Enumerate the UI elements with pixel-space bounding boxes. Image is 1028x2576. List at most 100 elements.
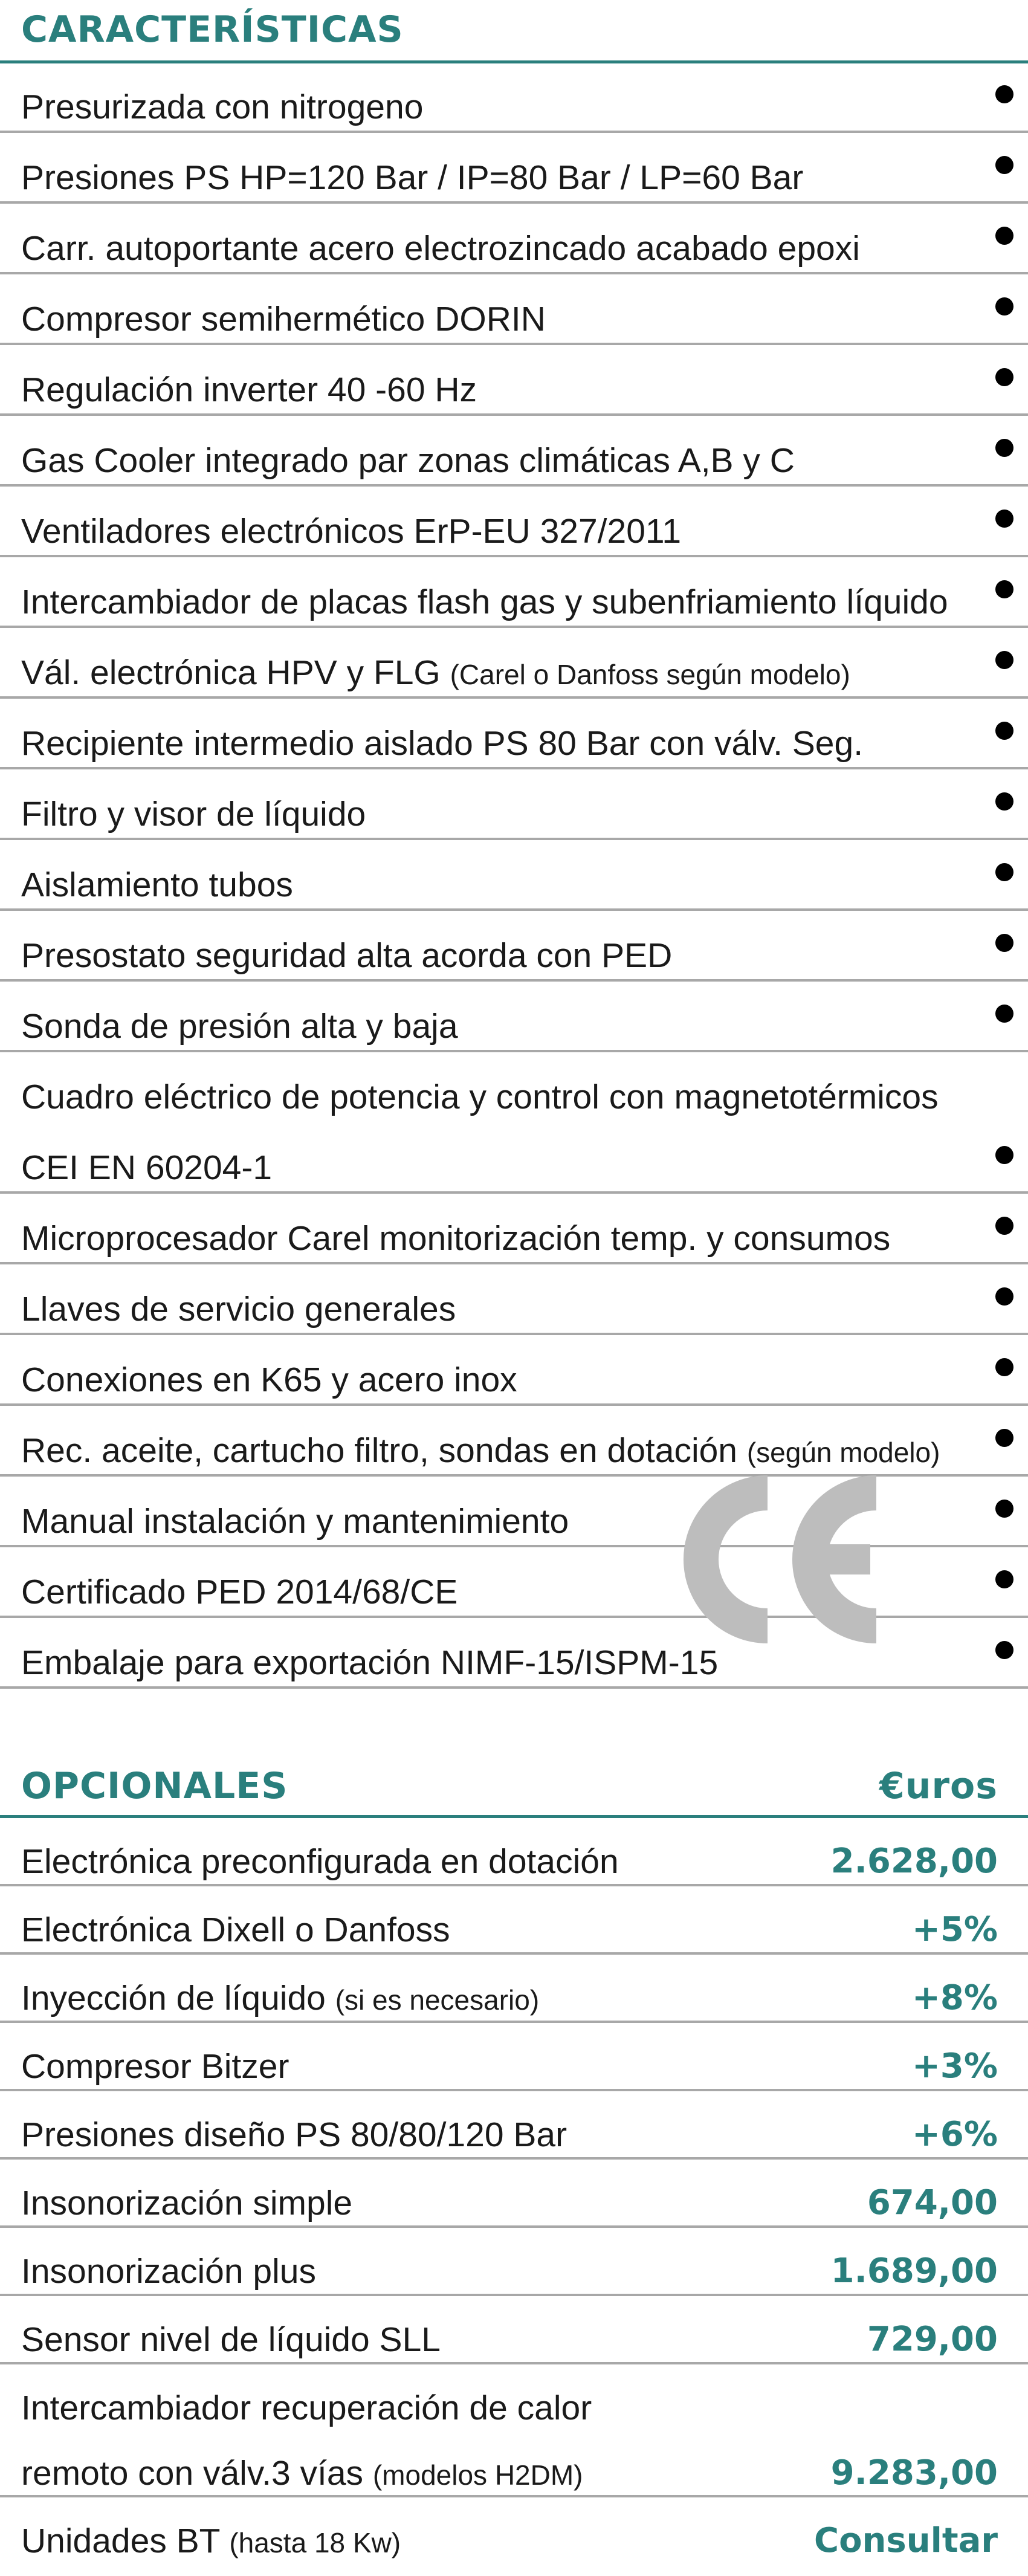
- row-text: Gas Cooler integrado par zonas climática…: [21, 444, 795, 478]
- row-text: Recipiente intermedio aislado PS 80 Bar …: [21, 727, 863, 761]
- bullet-dot-icon: [995, 85, 1013, 103]
- option-price: +8%: [912, 1978, 998, 2018]
- bullet-dot-icon: [995, 1146, 1013, 1164]
- row-text: Insonorización simple: [21, 2186, 352, 2221]
- row-text: Intercambiador recuperación de calor: [21, 2391, 592, 2426]
- row-label: Presurizada con nitrogeno: [21, 88, 424, 126]
- row-text: Aislamiento tubos: [21, 868, 293, 902]
- row-label: Embalaje para exportación NIMF-15/ISPM-1…: [21, 1643, 719, 1682]
- row-text: Rec. aceite, cartucho filtro, sondas en …: [21, 1434, 940, 1468]
- row-text: Carr. autoportante acero electrozincado …: [21, 231, 860, 266]
- row-text: Presiones diseño PS 80/80/120 Bar: [21, 2118, 567, 2152]
- row-label: Unidades BT: [21, 2522, 230, 2560]
- row-text: Unidades BT (hasta 18 Kw): [21, 2524, 401, 2558]
- row-label: Conexiones en K65 y acero inox: [21, 1361, 517, 1399]
- option-price: +6%: [912, 2115, 998, 2154]
- row-text: Compresor semihermético DORIN: [21, 302, 546, 337]
- row-label: Aislamiento tubos: [21, 866, 293, 904]
- option-price: 674,00: [867, 2183, 998, 2222]
- feature-row: Cuadro eléctrico de potencia y control c…: [0, 1052, 1028, 1194]
- option-row: Inyección de líquido (si es necesario) +8…: [0, 1955, 1028, 2023]
- opcionales-title: OPCIONALES: [21, 1765, 288, 1807]
- option-row: Insonorización simple 674,00: [0, 2160, 1028, 2228]
- option-row: Intercambiador recuperación de calor remo…: [0, 2364, 1028, 2497]
- row-label: Insonorización plus: [21, 2252, 316, 2291]
- bullet-dot-icon: [995, 1570, 1013, 1588]
- feature-row: Vál. electrónica HPV y FLG (Carel o Danf…: [0, 628, 1028, 699]
- option-row: Compresor Bitzer +3%: [0, 2023, 1028, 2091]
- feature-row: Conexiones en K65 y acero inox: [0, 1335, 1028, 1406]
- bullet-dot-icon: [995, 934, 1013, 952]
- row-label: Filtro y visor de líquido: [21, 795, 366, 833]
- bullet-dot-icon: [995, 1641, 1013, 1659]
- row-text: Intercambiador de placas flash gas y sub…: [21, 585, 948, 620]
- row-note: (modelos H2DM): [372, 2459, 583, 2491]
- row-text: Certificado PED 2014/68/CE: [21, 1575, 457, 1610]
- bullet-dot-icon: [995, 651, 1013, 669]
- row-label: Vál. electrónica HPV y FLG: [21, 653, 450, 692]
- feature-row: Regulación inverter 40 -60 Hz: [0, 345, 1028, 416]
- option-price: Consultar: [813, 2521, 998, 2560]
- option-row: Sensor nivel de líquido SLL 729,00: [0, 2296, 1028, 2364]
- row-text: Compresor Bitzer: [21, 2050, 289, 2084]
- row-label: Insonorización simple: [21, 2184, 353, 2222]
- feature-row: Presurizada con nitrogeno: [0, 62, 1028, 133]
- option-row: Electrónica preconfigurada en dotación 2.…: [0, 1818, 1028, 1886]
- row-label: Llaves de servicio generales: [21, 1290, 456, 1328]
- row-label: Recipiente intermedio aislado PS 80 Bar …: [21, 724, 864, 763]
- row-note: (según modelo): [746, 1437, 940, 1468]
- bullet-dot-icon: [995, 1217, 1013, 1235]
- option-price: +3%: [912, 2047, 998, 2086]
- row-text: Embalaje para exportación NIMF-15/ISPM-1…: [21, 1646, 718, 1680]
- row-text: Presostato seguridad alta acorda con PED: [21, 939, 672, 973]
- row-label: Rec. aceite, cartucho filtro, sondas en …: [21, 1431, 747, 1470]
- bullet-dot-icon: [995, 297, 1013, 316]
- option-row: Electrónica Dixell o Danfoss +5%: [0, 1886, 1028, 1955]
- row-label: Gas Cooler integrado par zonas climática…: [21, 441, 795, 480]
- row-text: Conexiones en K65 y acero inox: [21, 1363, 517, 1397]
- row-label: Presiones diseño PS 80/80/120 Bar: [21, 2115, 567, 2154]
- feature-row: Compresor semihermético DORIN: [0, 274, 1028, 345]
- row-text: Electrónica Dixell o Danfoss: [21, 1913, 450, 1947]
- bullet-dot-icon: [995, 1500, 1013, 1518]
- bullet-dot-icon: [995, 510, 1013, 528]
- feature-row: Recipiente intermedio aislado PS 80 Bar …: [0, 699, 1028, 769]
- bullet-dot-icon: [995, 439, 1013, 457]
- row-text-line2: CEI EN 60204-1: [21, 1148, 273, 1187]
- row-text: Inyección de líquido (si es necesario): [21, 1981, 539, 2016]
- option-row: Insonorización plus 1.689,00: [0, 2228, 1028, 2296]
- row-note: (Carel o Danfoss según modelo): [450, 659, 850, 690]
- bullet-dot-icon: [995, 1005, 1013, 1023]
- row-label: Inyección de líquido: [21, 1979, 335, 2018]
- row-label: Ventiladores electrónicos ErP-EU 327/201…: [21, 512, 682, 551]
- row-label: Intercambiador de placas flash gas y sub…: [21, 583, 948, 621]
- row-label: remoto con válv.3 vías: [21, 2454, 373, 2493]
- row-label: Sensor nivel de líquido SLL: [21, 2320, 441, 2359]
- row-label: Carr. autoportante acero electrozincado …: [21, 229, 860, 268]
- feature-row: Llaves de servicio generales: [0, 1264, 1028, 1335]
- row-label: Cuadro eléctrico de potencia y control c…: [21, 1078, 939, 1116]
- row-label: Presiones PS HP=120 Bar / IP=80 Bar / LP…: [21, 158, 804, 197]
- row-label: Regulación inverter 40 -60 Hz: [21, 371, 477, 409]
- feature-row: Filtro y visor de líquido: [0, 769, 1028, 840]
- feature-row: Sonda de presión alta y baja: [0, 982, 1028, 1052]
- row-text: Ventiladores electrónicos ErP-EU 327/201…: [21, 514, 681, 549]
- row-text: Microprocesador Carel monitorización tem…: [21, 1222, 890, 1256]
- row-text: Presiones PS HP=120 Bar / IP=80 Bar / LP…: [21, 161, 803, 195]
- row-text: Manual instalación y mantenimiento: [21, 1504, 569, 1539]
- option-price: 2.628,00: [830, 1842, 998, 1881]
- feature-row: Intercambiador de placas flash gas y sub…: [0, 557, 1028, 628]
- bullet-dot-icon: [995, 1358, 1013, 1376]
- bullet-dot-icon: [995, 792, 1013, 811]
- bullet-dot-icon: [995, 580, 1013, 598]
- row-text: Regulación inverter 40 -60 Hz: [21, 373, 477, 407]
- feature-row: Microprocesador Carel monitorización tem…: [0, 1194, 1028, 1264]
- currency-label: €uros: [879, 1765, 998, 1807]
- row-text: Cuadro eléctrico de potencia y control c…: [21, 1080, 939, 1115]
- bullet-dot-icon: [995, 1429, 1013, 1447]
- row-text: Presurizada con nitrogeno: [21, 90, 423, 125]
- feature-row: Gas Cooler integrado par zonas climática…: [0, 416, 1028, 487]
- feature-row: Ventiladores electrónicos ErP-EU 327/201…: [0, 487, 1028, 557]
- row-label: Electrónica preconfigurada en dotación: [21, 1842, 619, 1881]
- row-note: (si es necesario): [335, 1984, 540, 2016]
